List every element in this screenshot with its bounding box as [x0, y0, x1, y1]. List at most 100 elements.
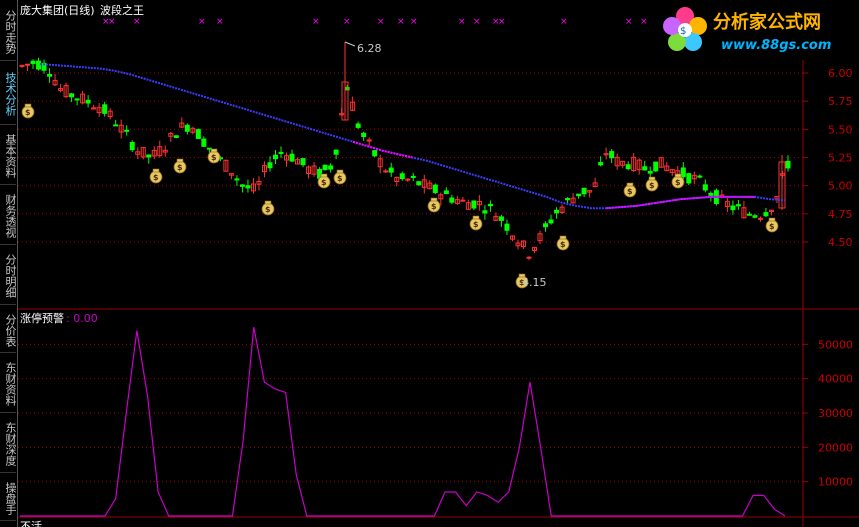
candle-body: [443, 190, 449, 195]
candle-body: [328, 165, 334, 170]
high-annotation: 6.28: [344, 41, 382, 55]
money-bag-symbol: $: [265, 205, 271, 214]
candle-body: [785, 160, 791, 169]
tab-time-detail[interactable]: 分时明细: [0, 248, 17, 305]
candle-body: [543, 223, 549, 228]
money-bag-icon: $: [556, 235, 570, 251]
sub-indicator-value: : 0.00: [66, 312, 98, 325]
candle-body: [25, 63, 31, 66]
signal-x-marker: ×: [312, 17, 320, 27]
money-bag-symbol: $: [560, 240, 566, 249]
money-bag-neck: [674, 173, 682, 178]
money-bag-symbol: $: [153, 173, 159, 182]
main-y-tick: 4.50: [828, 236, 853, 249]
candle-body: [416, 181, 422, 186]
candle-body: [449, 197, 455, 203]
bottom-partial-text: 不活: [20, 520, 42, 527]
candle-body: [289, 153, 295, 162]
money-bag-symbol: $: [177, 163, 183, 172]
candle-body: [146, 154, 152, 158]
candle-body: [735, 204, 741, 207]
tab-financial-view[interactable]: 财务透视: [0, 188, 17, 245]
candle-body: [74, 98, 80, 101]
money-bag-neck: [768, 217, 776, 222]
money-bag-icon: $: [333, 169, 347, 185]
candle-body: [267, 162, 273, 169]
high-price-label: 6.28: [357, 42, 382, 55]
candle-body: [173, 135, 179, 139]
money-bag-neck: [430, 197, 438, 202]
main-y-tick-labels: 6.00 5.75 5.50 5.25 5.00 4.75 4.50: [803, 67, 853, 249]
money-bag-symbol: $: [321, 178, 327, 187]
signal-x-marker: ×: [133, 17, 141, 27]
tab-trader[interactable]: 操盘手: [0, 476, 17, 521]
stock-chart[interactable]: 6.00 5.75 5.50 5.25 5.00 4.75 4.50 × × × × × × × × × × ×…: [0, 0, 859, 527]
candle-body: [730, 205, 736, 211]
signal-x-marker: ×: [397, 17, 405, 27]
candle-body: [333, 149, 339, 155]
candle-body: [201, 138, 207, 147]
money-bag-icon: $: [149, 168, 163, 184]
candle-body: [576, 193, 582, 197]
money-bag-symbol: $: [337, 174, 343, 183]
signal-x-marker: ×: [458, 17, 466, 27]
candle-body: [36, 60, 42, 70]
tab-dongcai-depth[interactable]: 东财深度: [0, 416, 17, 473]
money-bag-icons: $$$$$$ $$$$$$$ $$: [21, 103, 779, 289]
main-y-tick: 4.75: [828, 208, 853, 221]
money-bag-symbol: $: [627, 187, 633, 196]
low-price-label: 4.15: [522, 276, 547, 289]
brand-url: www.88gs.com: [721, 38, 831, 53]
candle-body: [598, 162, 604, 166]
candle-body: [746, 213, 752, 216]
candle-body: [19, 64, 25, 67]
sub-indicator-label: 涨停预警: [20, 311, 64, 325]
candle-body: [184, 124, 190, 132]
sidebar: 分时走势 技术分析 基本资料 财务透视 分时明细 分价表 东财资料 东财深度 操…: [0, 0, 18, 527]
signal-x-marker: ×: [216, 17, 224, 27]
tab-basic-info[interactable]: 基本资料: [0, 128, 17, 185]
main-y-tick: 5.75: [828, 95, 853, 108]
signal-x-marker: ×: [625, 17, 633, 27]
ma-line-magenta-segment: [352, 140, 413, 159]
candle-body: [69, 93, 75, 98]
signal-x-marker: ×: [640, 17, 648, 27]
tab-technical-analysis[interactable]: 技术分析: [0, 64, 17, 125]
candle-body: [300, 158, 306, 166]
candle-body: [697, 175, 703, 178]
money-bag-symbol: $: [473, 220, 479, 229]
candlestick-series: [19, 42, 791, 261]
sub-y-tick: 30000: [818, 407, 853, 420]
money-bag-symbol: $: [431, 202, 437, 211]
money-bag-symbol: $: [769, 222, 775, 231]
money-bag-symbol: $: [675, 178, 681, 187]
money-bag-neck: [559, 235, 567, 240]
main-y-tick: 5.25: [828, 152, 853, 165]
tab-price-table[interactable]: 分价表: [0, 308, 17, 353]
tab-dongcai-info[interactable]: 东财资料: [0, 356, 17, 413]
candle-body: [399, 173, 405, 180]
signal-x-marker: ×: [560, 17, 568, 27]
main-y-tick: 5.50: [828, 123, 853, 136]
candle-body: [763, 212, 769, 217]
candle-body: [548, 219, 554, 224]
sub-y-tick: 10000: [818, 476, 853, 489]
limit-up-warning-line: [20, 327, 786, 517]
signal-x-marker: ×: [108, 17, 116, 27]
candle-body: [581, 187, 587, 195]
low-annotation: 4.15: [522, 276, 547, 289]
tab-time-trend[interactable]: 分时走势: [0, 4, 17, 61]
candle-body: [30, 60, 36, 65]
sub-y-tick: 40000: [818, 373, 853, 386]
candle-body: [234, 178, 240, 181]
signal-x-marker: ×: [343, 17, 351, 27]
money-bag-icon: $: [173, 158, 187, 174]
candle-body: [85, 99, 91, 104]
candle-body: [355, 123, 361, 128]
sub-y-tick-labels: 50000 40000 30000 20000 10000: [803, 338, 853, 489]
candle-body: [322, 164, 328, 171]
signal-x-marker: ×: [377, 17, 385, 27]
money-bag-neck: [24, 103, 32, 108]
money-bag-neck: [320, 173, 328, 178]
candle-body: [432, 184, 438, 193]
